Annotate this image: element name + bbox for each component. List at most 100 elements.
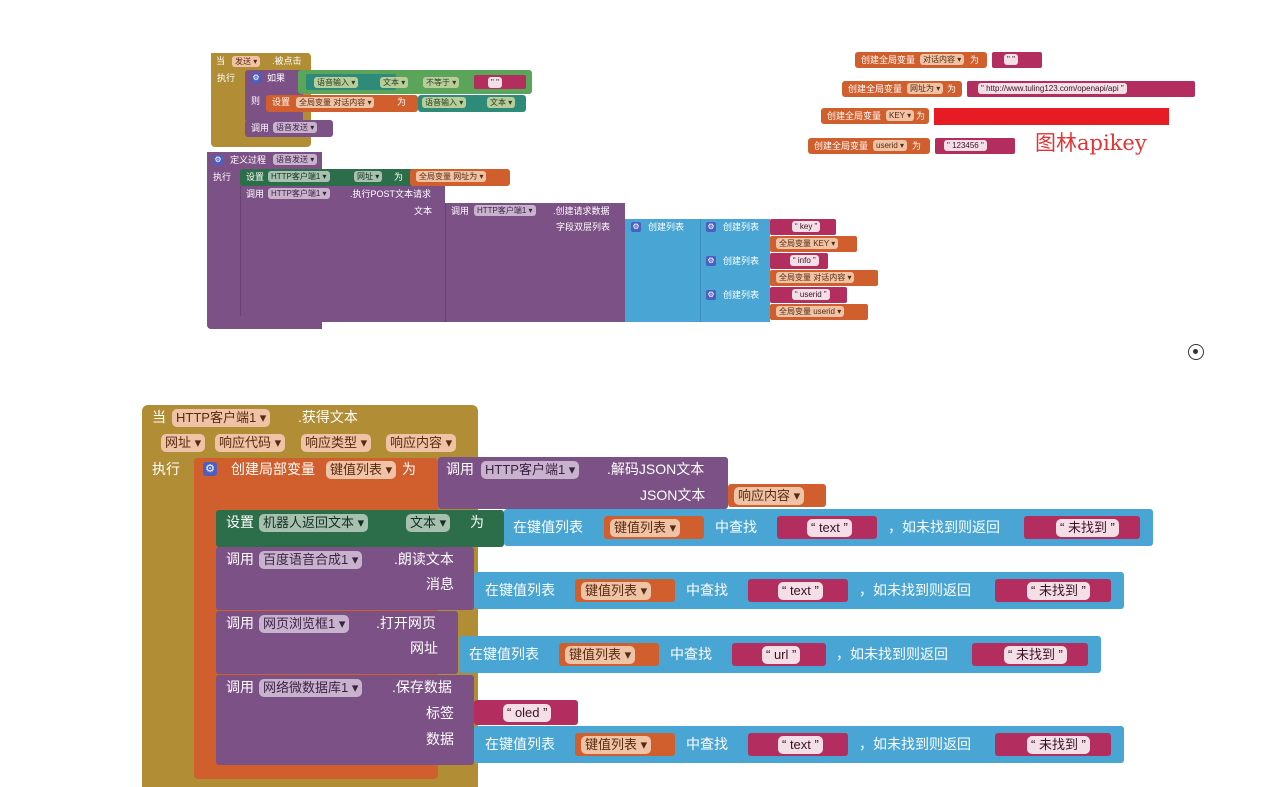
lookup-key-3[interactable]: “ url ” bbox=[762, 646, 801, 664]
post-component-dropdown[interactable]: HTTP客户端1 ▾ bbox=[268, 188, 330, 199]
decode-method: .解码JSON文本 bbox=[607, 461, 705, 477]
key-literal-1[interactable]: “ key ” bbox=[792, 221, 821, 232]
lookup-var-1[interactable]: 键值列表 ▾ bbox=[610, 519, 681, 537]
build-component-dropdown[interactable]: HTTP客户端1 ▾ bbox=[474, 205, 536, 216]
web-arg: 网址 bbox=[410, 640, 438, 656]
key-literal-3[interactable]: “ userid ” bbox=[792, 289, 830, 300]
robot-component[interactable]: 机器人返回文本 ▾ bbox=[259, 514, 369, 532]
url-prop-dropdown[interactable]: 网址 ▾ bbox=[354, 171, 383, 182]
param-type[interactable]: 响应类型 ▾ bbox=[301, 434, 372, 452]
decode-call: 调用 bbox=[446, 461, 474, 477]
robot-prop[interactable]: 文本 ▾ bbox=[406, 514, 451, 532]
global-var-dropdown[interactable]: 全局变量 对话内容 ▾ bbox=[296, 97, 375, 108]
global-to-4: 为 bbox=[912, 141, 922, 151]
mutator-gear-icon[interactable]: ⚙ bbox=[251, 73, 261, 83]
proc-name-dropdown[interactable]: 语音发送 ▾ bbox=[273, 122, 318, 133]
proc-do-label: 执行 bbox=[213, 172, 232, 182]
prop-text-dropdown[interactable]: 文本 ▾ bbox=[380, 77, 409, 88]
global-name-1[interactable]: 对话内容 ▾ bbox=[920, 54, 965, 65]
lookup-notfound-3[interactable]: “ 未找到 ” bbox=[1004, 646, 1067, 664]
key-literal-2[interactable]: “ info ” bbox=[790, 255, 819, 266]
decode-component[interactable]: HTTP客户端1 ▾ bbox=[481, 461, 580, 479]
build-method: .创建请求数据 bbox=[553, 206, 610, 216]
local-name[interactable]: 键值列表 ▾ bbox=[326, 461, 397, 479]
global-to-3: 为 bbox=[916, 111, 926, 121]
component-voice-input[interactable]: 语音输入 ▾ bbox=[314, 77, 359, 88]
lookup-var-2[interactable]: 键值列表 ▾ bbox=[581, 582, 652, 600]
global-label-4: 创建全局变量 bbox=[814, 141, 869, 151]
post-call-label: 调用 bbox=[246, 189, 265, 199]
do-label-2: 执行 bbox=[152, 461, 180, 477]
db-tag-literal[interactable]: “ oled ” bbox=[503, 704, 552, 722]
param-content[interactable]: 响应内容 ▾ bbox=[386, 434, 457, 452]
lookup-else-3: ，如未找到则返回 bbox=[836, 646, 948, 662]
lookup-key-4[interactable]: “ text ” bbox=[778, 736, 823, 754]
http-client-dropdown[interactable]: HTTP客户端1 ▾ bbox=[268, 171, 330, 182]
lookup-in-1: 在键值列表 bbox=[513, 519, 583, 535]
build-arg: 字段双层列表 bbox=[556, 222, 611, 232]
global-value-2[interactable]: " http://www.tuling123.com/openapi/api " bbox=[978, 83, 1127, 94]
lookup-else-2: ，如未找到则返回 bbox=[859, 582, 971, 598]
tts-component[interactable]: 百度语音合成1 ▾ bbox=[259, 551, 363, 569]
lookup-key-2[interactable]: “ text ” bbox=[778, 582, 823, 600]
when-label-2: 当 bbox=[152, 409, 166, 425]
post-method: .执行POST文本请求 bbox=[350, 189, 432, 199]
do-label: 执行 bbox=[217, 73, 236, 83]
list-gear-icon[interactable]: ⚙ bbox=[631, 222, 641, 232]
http-component-dropdown[interactable]: HTTP客户端1 ▾ bbox=[172, 409, 271, 427]
list-gear-icon-1[interactable]: ⚙ bbox=[706, 222, 716, 232]
key-var-2[interactable]: 全局变量 对话内容 ▾ bbox=[776, 272, 855, 283]
global-to-2: 为 bbox=[947, 84, 957, 94]
tts-method: .朗读文本 bbox=[394, 551, 454, 567]
set-robot-label: 设置 bbox=[226, 514, 254, 530]
lookup-in-4: 在键值列表 bbox=[485, 736, 555, 752]
lookup-else-1: ，如未找到则返回 bbox=[888, 519, 1000, 535]
proc-def-label: 定义过程 bbox=[230, 155, 267, 165]
lookup-notfound-4[interactable]: “ 未找到 ” bbox=[1027, 736, 1090, 754]
db-component[interactable]: 网络微数据库1 ▾ bbox=[259, 679, 363, 697]
list-gear-icon-2[interactable]: ⚙ bbox=[706, 256, 716, 266]
decode-arg-value[interactable]: 响应内容 ▾ bbox=[734, 487, 805, 505]
inner-list-label-3: 创建列表 bbox=[723, 290, 760, 300]
global-name-4[interactable]: userid ▾ bbox=[873, 140, 908, 151]
tts-arg: 消息 bbox=[426, 576, 454, 592]
key-var-1[interactable]: 全局变量 KEY ▾ bbox=[776, 238, 839, 249]
redacted-api-key bbox=[934, 108, 1169, 125]
param-url[interactable]: 网址 ▾ bbox=[161, 434, 206, 452]
local-gear-icon[interactable]: ⚙ bbox=[203, 462, 217, 476]
empty-text-literal[interactable]: " " bbox=[488, 77, 502, 88]
list-gear-icon-3[interactable]: ⚙ bbox=[706, 290, 716, 300]
workspace-center-icon[interactable] bbox=[1188, 344, 1204, 360]
post-arg-text: 文本 bbox=[414, 206, 433, 216]
lookup-find-2: 中查找 bbox=[686, 582, 728, 598]
operator-dropdown[interactable]: 不等于 ▾ bbox=[423, 77, 460, 88]
global-name-2[interactable]: 网址为 ▾ bbox=[907, 83, 944, 94]
lookup-notfound-1[interactable]: “ 未找到 ” bbox=[1056, 519, 1119, 537]
key-var-3[interactable]: 全局变量 userid ▾ bbox=[776, 306, 845, 317]
outer-list-block[interactable] bbox=[625, 219, 700, 322]
lookup-var-3[interactable]: 键值列表 ▾ bbox=[565, 646, 636, 664]
component-voice-input-2[interactable]: 语音输入 ▾ bbox=[422, 97, 467, 108]
lookup-key-1[interactable]: “ text ” bbox=[807, 519, 852, 537]
build-request-block[interactable] bbox=[445, 203, 625, 322]
call-label: 调用 bbox=[251, 123, 270, 133]
lookup-find-4: 中查找 bbox=[686, 736, 728, 752]
global-name-3[interactable]: KEY ▾ bbox=[886, 110, 915, 121]
prop-text-dropdown-2[interactable]: 文本 ▾ bbox=[487, 97, 516, 108]
global-value-4[interactable]: " 123456 " bbox=[944, 140, 987, 151]
component-send-dropdown[interactable]: 发送 ▾ bbox=[232, 56, 261, 67]
web-method: .打开网页 bbox=[376, 615, 436, 631]
param-code[interactable]: 响应代码 ▾ bbox=[215, 434, 286, 452]
proc-gear-icon[interactable]: ⚙ bbox=[213, 155, 223, 165]
url-global-var[interactable]: 全局变量 网址为 ▾ bbox=[416, 171, 487, 182]
set-url-label: 设置 bbox=[246, 172, 265, 182]
global-value-1[interactable]: " " bbox=[1004, 54, 1018, 65]
web-component[interactable]: 网页浏览框1 ▾ bbox=[259, 615, 350, 633]
db-arg2: 数据 bbox=[426, 731, 454, 747]
global-to-1: 为 bbox=[970, 55, 980, 65]
decode-arg: JSON文本 bbox=[640, 487, 706, 503]
lookup-var-4[interactable]: 键值列表 ▾ bbox=[581, 736, 652, 754]
proc-def-name[interactable]: 语音发送 ▾ bbox=[273, 154, 318, 165]
set-url-to: 为 bbox=[394, 172, 404, 182]
lookup-notfound-2[interactable]: “ 未找到 ” bbox=[1027, 582, 1090, 600]
